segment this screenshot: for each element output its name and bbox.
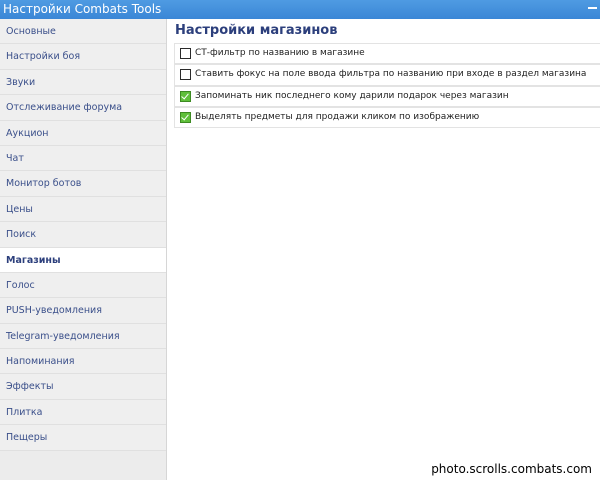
option-checkbox[interactable]: [180, 48, 191, 59]
sidebar-item-search[interactable]: Поиск: [0, 222, 166, 248]
sidebar-item-tile[interactable]: Плитка: [0, 399, 166, 426]
sidebar-item-effects[interactable]: Эффекты: [0, 374, 166, 400]
watermark: photo.scrolls.combats.com: [431, 462, 592, 476]
option-checkbox[interactable]: [180, 111, 191, 123]
sidebar: Основные Настройки боя Звуки Отслеживани…: [0, 19, 167, 480]
title-bar: Настройки Combats Tools: [0, 0, 600, 19]
sidebar-item-voice[interactable]: Голос: [0, 272, 166, 299]
option-checkbox[interactable]: [180, 69, 191, 81]
option-row: Запоминать ник последнего кому дарили по…: [174, 85, 600, 107]
sidebar-item-reminders[interactable]: Напоминания: [0, 349, 166, 375]
sidebar-item-battle-settings[interactable]: Настройки боя: [0, 44, 166, 70]
option-label[interactable]: Выделять предметы для продажи кликом по …: [195, 108, 479, 127]
sidebar-item-shops[interactable]: Магазины: [0, 247, 166, 273]
sidebar-item-telegram-notifications[interactable]: Telegram-уведомления: [0, 323, 166, 350]
main-panel: Настройки магазинов СТ-фильтр по названи…: [167, 19, 600, 480]
sidebar-item-prices[interactable]: Цены: [0, 196, 166, 223]
sidebar-item-bot-monitor[interactable]: Монитор ботов: [0, 171, 166, 197]
sidebar-item-main[interactable]: Основные: [0, 19, 166, 45]
option-row: Ставить фокус на поле ввода фильтра по н…: [174, 64, 600, 86]
option-checkbox[interactable]: [180, 90, 191, 102]
option-label[interactable]: СТ-фильтр по названию в магазине: [195, 44, 365, 63]
option-row: СТ-фильтр по названию в магазине: [174, 43, 600, 65]
sidebar-item-push-notifications[interactable]: PUSH-уведомления: [0, 298, 166, 324]
option-label[interactable]: Ставить фокус на поле ввода фильтра по н…: [195, 65, 586, 84]
sidebar-item-auction[interactable]: Аукцион: [0, 120, 166, 146]
window-title: Настройки Combats Tools: [3, 2, 162, 16]
sidebar-item-sounds[interactable]: Звуки: [0, 69, 166, 96]
sidebar-item-caves[interactable]: Пещеры: [0, 425, 166, 451]
option-row: Выделять предметы для продажи кликом по …: [174, 106, 600, 129]
sidebar-item-chat[interactable]: Чат: [0, 145, 166, 172]
page-title: Настройки магазинов: [175, 23, 338, 38]
options-list: СТ-фильтр по названию в магазине Ставить…: [174, 43, 600, 129]
option-label[interactable]: Запоминать ник последнего кому дарили по…: [195, 87, 509, 106]
sidebar-item-forum-tracking[interactable]: Отслеживание форума: [0, 95, 166, 121]
minimize-icon[interactable]: [588, 7, 597, 9]
